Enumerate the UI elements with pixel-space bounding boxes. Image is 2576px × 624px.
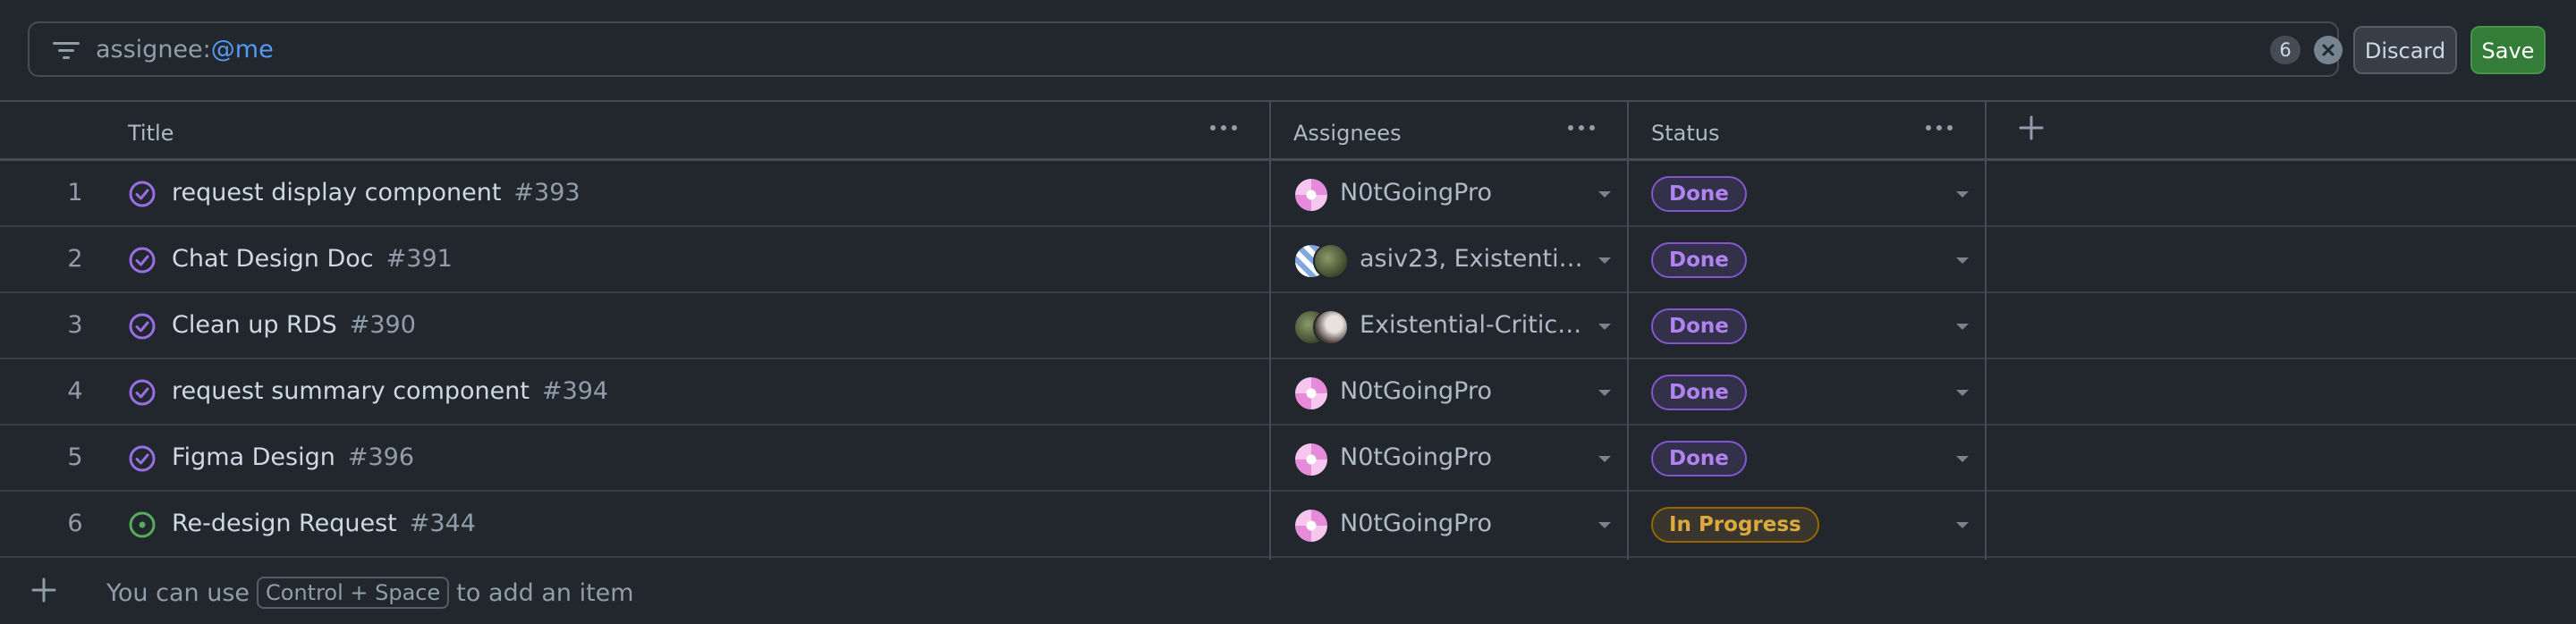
item-title-link[interactable]: request summary component #394 <box>172 377 608 405</box>
item-title: Re-design Request <box>172 510 397 537</box>
status-dropdown-icon[interactable] <box>1956 390 1969 396</box>
avatar <box>1293 508 1329 544</box>
assignee-names[interactable]: asiv23, Existential-... <box>1360 245 1583 273</box>
add-item-hint: You can use Control + Space to add an it… <box>106 577 634 609</box>
status-dropdown-icon[interactable] <box>1956 456 1969 462</box>
item-title-link[interactable]: request display component #393 <box>172 179 580 207</box>
column-divider[interactable] <box>1627 102 1629 560</box>
issue-number: #396 <box>347 443 415 471</box>
issue-number: #390 <box>349 311 416 339</box>
item-title-link[interactable]: Figma Design #396 <box>172 443 414 471</box>
add-item-plus-icon[interactable] <box>30 576 58 604</box>
column-divider[interactable] <box>1985 102 1987 560</box>
assignees-dropdown-icon[interactable] <box>1598 522 1611 528</box>
assignee-names[interactable]: N0tGoingPro <box>1340 377 1583 405</box>
status-badge[interactable]: Done <box>1651 308 1747 344</box>
title-column-menu-icon[interactable] <box>1208 125 1240 134</box>
issue-closed-icon <box>129 313 156 340</box>
add-field-plus-icon[interactable] <box>2016 113 2046 143</box>
avatar <box>1293 177 1329 213</box>
avatar <box>1293 375 1329 411</box>
filter-input[interactable]: assignee:@me <box>96 34 274 66</box>
item-title-link[interactable]: Re-design Request #344 <box>172 510 476 537</box>
column-header-assignees[interactable]: Assignees <box>1293 121 1402 146</box>
assignees-dropdown-icon[interactable] <box>1598 257 1611 264</box>
assignees-column-menu-icon[interactable] <box>1565 125 1597 134</box>
assignee-names[interactable]: N0tGoingPro <box>1340 179 1583 207</box>
status-badge[interactable]: Done <box>1651 242 1747 278</box>
table-row[interactable]: 4 request summary component #394 N0tGoing… <box>0 359 2576 426</box>
status-dropdown-icon[interactable] <box>1956 324 1969 330</box>
issue-number: #391 <box>386 245 453 273</box>
table-row[interactable]: 6 Re-design Request #344 N0tGoingPro In P… <box>0 492 2576 558</box>
status-badge[interactable]: In Progress <box>1651 507 1819 543</box>
assignee-names[interactable]: N0tGoingPro <box>1340 443 1583 471</box>
column-header-status[interactable]: Status <box>1651 121 1719 146</box>
table-row[interactable]: 1 request display component #393 N0tGoing… <box>0 161 2576 227</box>
add-item-row[interactable]: You can use Control + Space to add an it… <box>0 560 2576 624</box>
clear-filter-button[interactable] <box>2314 36 2343 64</box>
item-title-link[interactable]: Chat Design Doc #391 <box>172 245 453 273</box>
issues-table: Title Assignees Status 1 request display… <box>0 100 2576 624</box>
column-header-title[interactable]: Title <box>128 121 174 146</box>
issue-number: #344 <box>409 510 476 537</box>
status-column-menu-icon[interactable] <box>1923 125 1955 134</box>
status-badge[interactable]: Done <box>1651 176 1747 212</box>
item-title-link[interactable]: Clean up RDS #390 <box>172 311 416 339</box>
save-button[interactable]: Save <box>2470 26 2546 74</box>
item-title: Chat Design Doc <box>172 245 374 273</box>
item-title: request display component <box>172 179 502 207</box>
table-row[interactable]: 3 Clean up RDS #390 Existential-Critic, j… <box>0 293 2576 359</box>
filter-value: @me <box>210 36 274 63</box>
filter-icon <box>53 42 80 59</box>
table-row[interactable]: 2 Chat Design Doc #391 asiv23, Existentia… <box>0 227 2576 293</box>
assignees-dropdown-icon[interactable] <box>1598 456 1611 462</box>
status-dropdown-icon[interactable] <box>1956 522 1969 528</box>
status-dropdown-icon[interactable] <box>1956 191 1969 198</box>
table-row[interactable]: 5 Figma Design #396 N0tGoingPro Done <box>0 426 2576 492</box>
assignee-names[interactable]: N0tGoingPro <box>1340 510 1583 537</box>
result-count-badge: 6 <box>2270 36 2301 64</box>
issue-number: #393 <box>513 179 580 207</box>
assignees-dropdown-icon[interactable] <box>1598 324 1611 330</box>
item-title: request summary component <box>172 377 530 405</box>
issue-number: #394 <box>541 377 609 405</box>
issue-open-icon <box>129 511 156 538</box>
filter-bar[interactable]: assignee:@me 6 <box>28 21 2343 77</box>
issue-closed-icon <box>129 379 156 406</box>
status-badge[interactable]: Done <box>1651 441 1747 476</box>
column-divider[interactable] <box>1269 102 1271 560</box>
avatar <box>1313 243 1349 279</box>
issue-closed-icon <box>129 445 156 472</box>
status-dropdown-icon[interactable] <box>1956 257 1969 264</box>
issue-closed-icon <box>129 181 156 207</box>
keyboard-shortcut: Control + Space <box>257 577 450 609</box>
item-title: Clean up RDS <box>172 311 337 339</box>
hint-prefix: You can use <box>106 578 250 607</box>
assignees-dropdown-icon[interactable] <box>1598 191 1611 198</box>
issue-closed-icon <box>129 247 156 274</box>
hint-suffix: to add an item <box>456 578 634 607</box>
table-header: Title Assignees Status <box>0 102 2576 161</box>
assignees-dropdown-icon[interactable] <box>1598 390 1611 396</box>
assignee-names[interactable]: Existential-Critic, ja... <box>1360 311 1583 339</box>
avatar <box>1313 309 1349 345</box>
status-badge[interactable]: Done <box>1651 375 1747 410</box>
close-icon <box>2322 44 2334 56</box>
avatar <box>1293 442 1329 477</box>
discard-button[interactable]: Discard <box>2353 26 2457 74</box>
item-title: Figma Design <box>172 443 335 471</box>
filter-key: assignee: <box>96 36 211 63</box>
project-table-view: assignee:@me 6 Discard Save Title Assign… <box>0 0 2576 624</box>
